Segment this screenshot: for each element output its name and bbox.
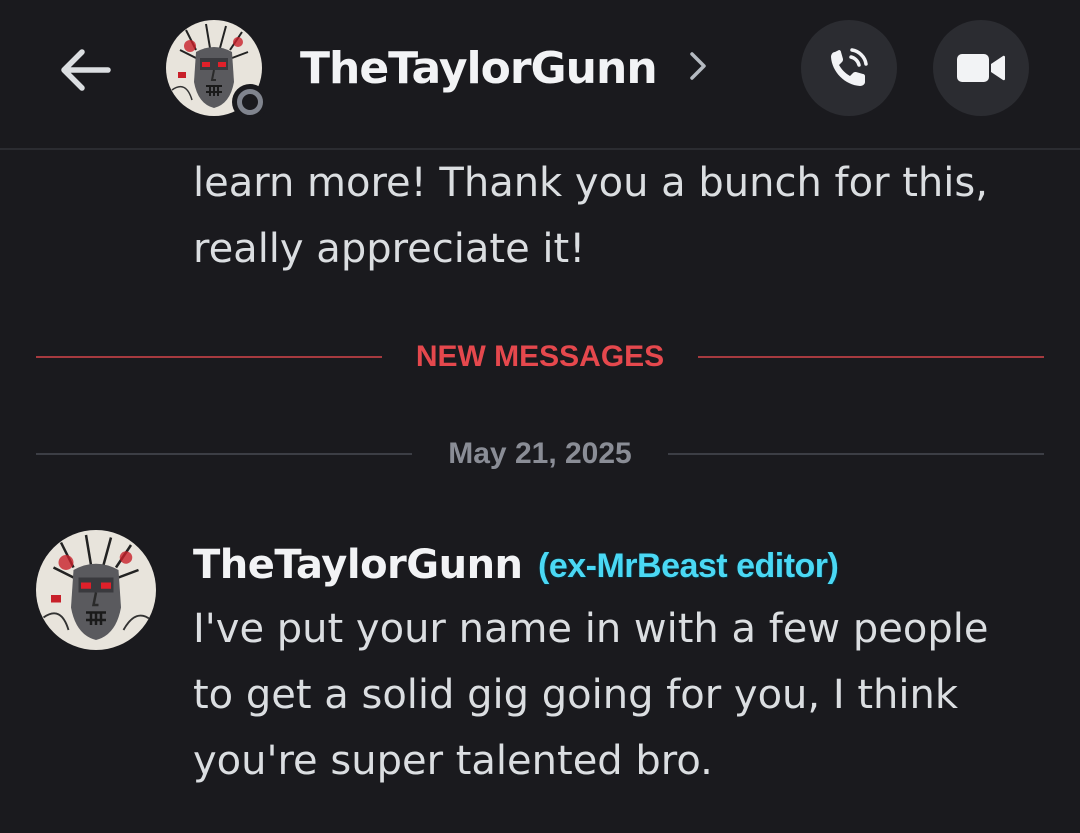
date-divider: May 21, 2025 <box>36 434 1044 474</box>
divider-line <box>36 453 412 455</box>
message-avatar[interactable] <box>36 530 156 650</box>
chat-header: TheTaylorGunn <box>0 0 1080 150</box>
message-author[interactable]: TheTaylorGunn <box>193 534 523 596</box>
chevron-right-icon[interactable] <box>686 46 710 86</box>
divider-line <box>668 453 1044 455</box>
message-body-line: I've put your name in with a few people <box>193 606 989 652</box>
header-avatar[interactable] <box>166 20 268 120</box>
offline-status-icon <box>237 89 263 115</box>
status-indicator <box>232 84 268 120</box>
previous-message-line: really appreciate it! <box>193 226 586 272</box>
video-call-button[interactable] <box>933 20 1029 116</box>
date-label: May 21, 2025 <box>448 437 632 470</box>
contact-name[interactable]: TheTaylorGunn <box>300 36 658 100</box>
back-button[interactable] <box>52 38 116 102</box>
message-body-line: to get a solid gig going for you, I thin… <box>193 672 958 718</box>
divider-line <box>36 356 382 358</box>
dm-screen: TheTaylorGunn learn more! Thank you a bu… <box>0 0 1080 833</box>
voice-call-button[interactable] <box>801 20 897 116</box>
author-annotation: (ex-MrBeast editor) <box>538 547 839 585</box>
video-camera-icon <box>957 54 1005 82</box>
message-body-line: you're super talented bro. <box>193 738 713 784</box>
phone-call-icon <box>831 48 868 86</box>
divider-line <box>698 356 1044 358</box>
new-messages-label: NEW MESSAGES <box>415 340 665 373</box>
new-messages-divider: NEW MESSAGES <box>36 337 1044 377</box>
arrow-left-icon <box>61 49 111 91</box>
previous-message-line: learn more! Thank you a bunch for this, <box>193 160 988 206</box>
